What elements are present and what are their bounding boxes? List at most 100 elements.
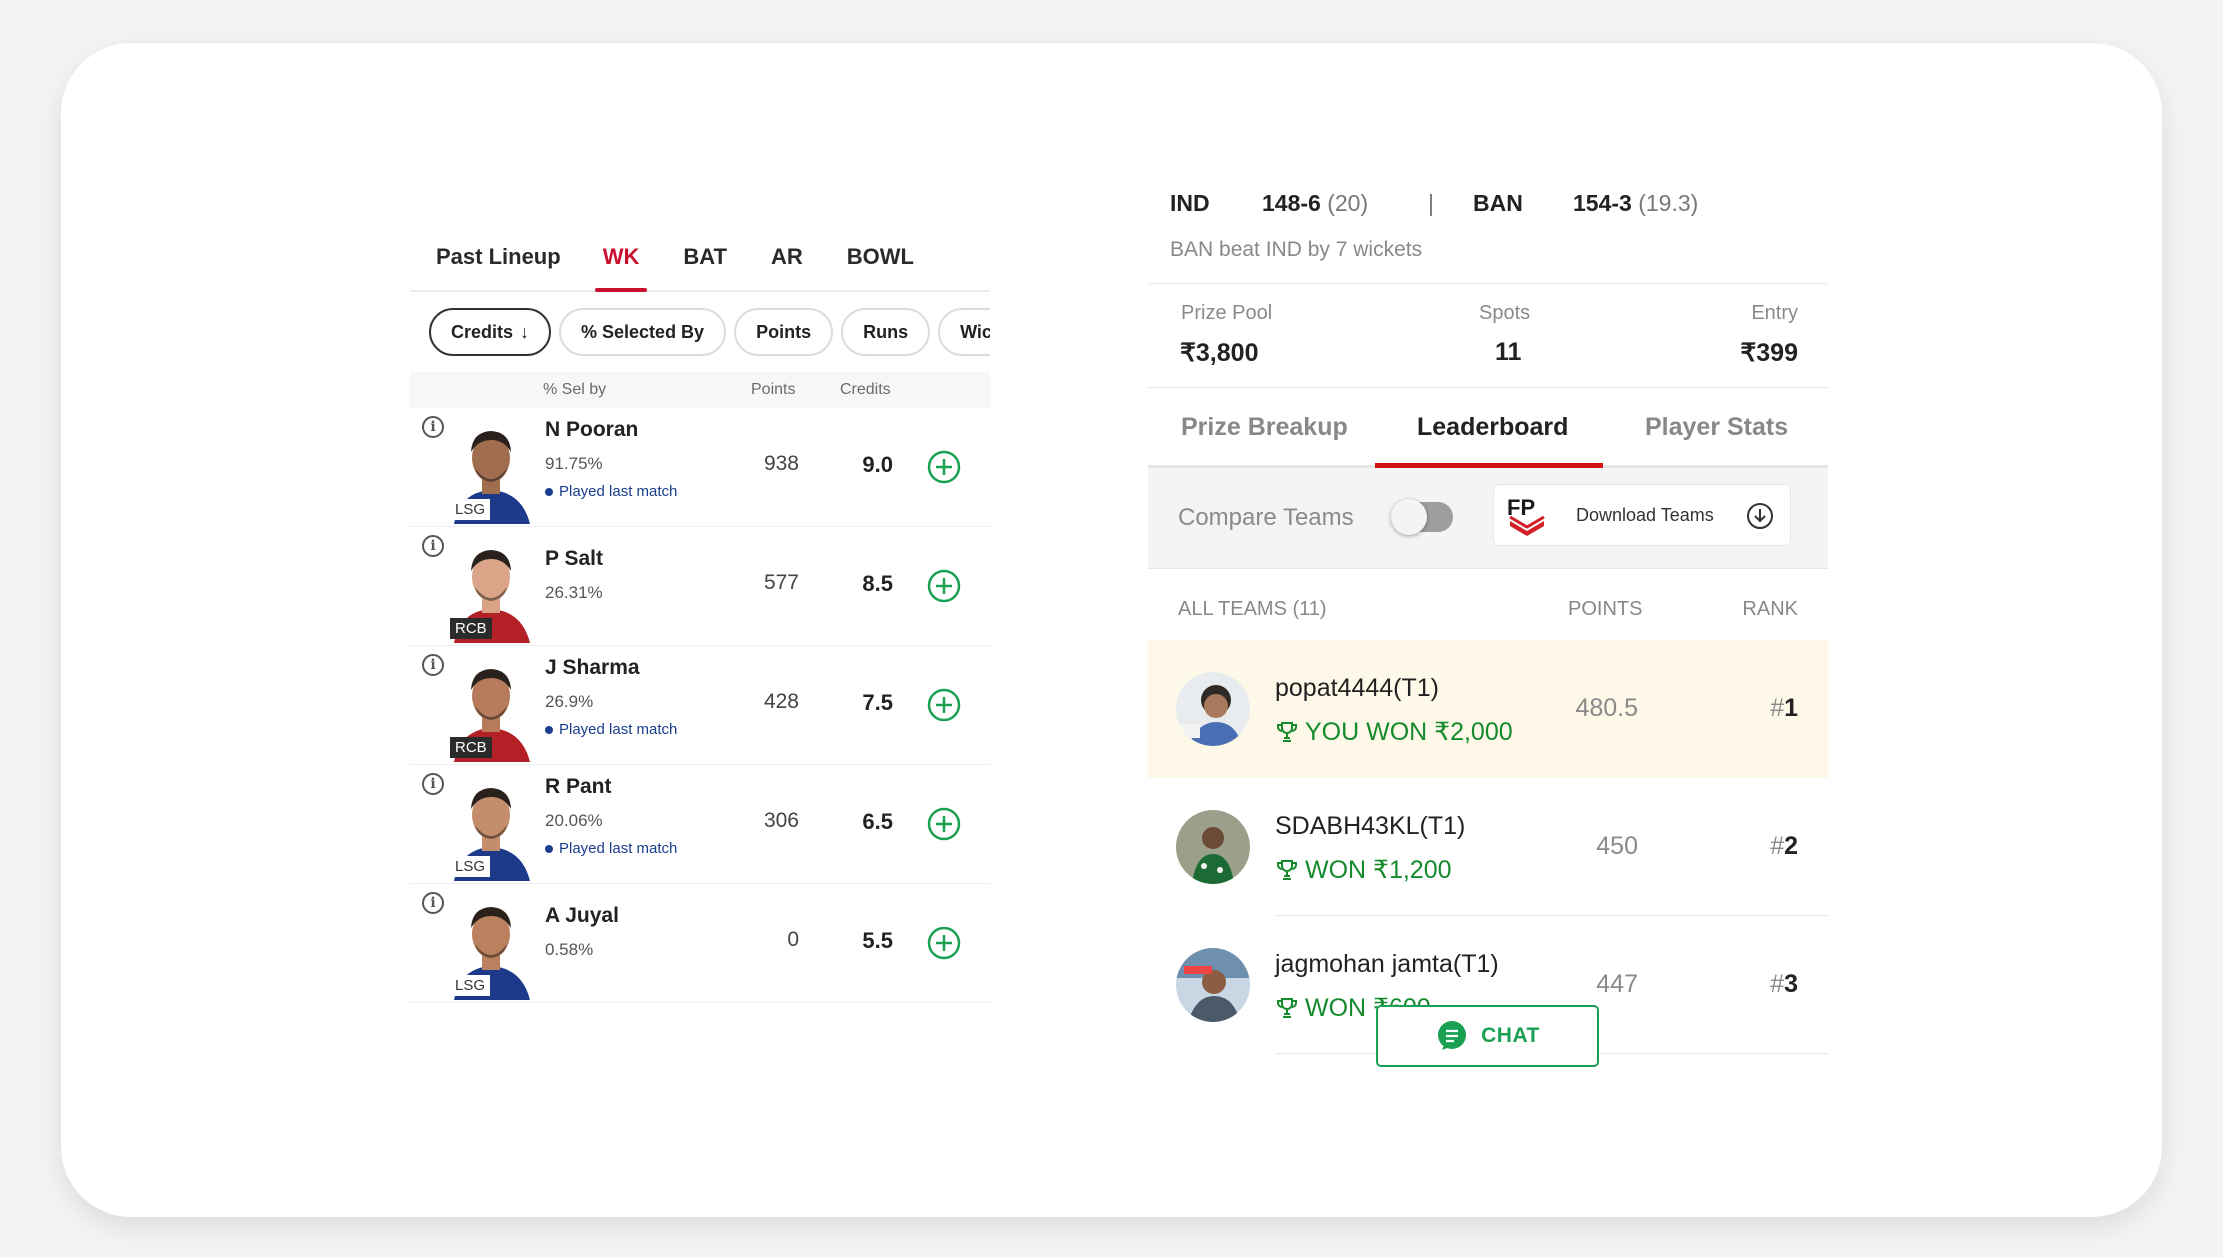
add-player-plus-icon[interactable] xyxy=(927,926,961,960)
spots-label: Spots xyxy=(1479,302,1531,324)
played-last-match-label: Played last match xyxy=(559,721,678,738)
info-icon[interactable]: i xyxy=(422,654,444,676)
add-player-plus-icon[interactable] xyxy=(927,807,961,841)
team2-overs: (19.3) xyxy=(1638,190,1699,216)
contest-tabs: Prize Breakup Leaderboard Player Stats xyxy=(1148,387,1828,468)
team-rank: #2 xyxy=(1770,832,1798,861)
winnings-label: WON ₹1,200 xyxy=(1305,856,1452,884)
avatar-photo-icon xyxy=(1176,810,1250,884)
tab-bowl[interactable]: BOWL xyxy=(847,230,914,270)
rank-column-label: RANK xyxy=(1742,598,1798,620)
team-badge: RCB xyxy=(450,618,492,639)
team-name: SDABH43KL(T1) xyxy=(1275,812,1466,840)
add-player-plus-icon[interactable] xyxy=(927,569,961,603)
avatar-photo-icon xyxy=(1176,672,1250,746)
rank-number: 1 xyxy=(1784,694,1798,722)
info-icon[interactable]: i xyxy=(422,535,444,557)
add-player-plus-icon[interactable] xyxy=(927,688,961,722)
played-last-match-tag: Played last match xyxy=(545,840,677,857)
add-player-plus-icon[interactable] xyxy=(927,450,961,484)
played-last-match-tag: Played last match xyxy=(545,721,677,738)
sort-selected-by-chip[interactable]: % Selected By xyxy=(559,308,727,356)
sort-points-chip[interactable]: Points xyxy=(734,308,834,356)
team1-runs: 148-6 xyxy=(1262,190,1321,216)
score-divider: | xyxy=(1428,190,1434,216)
winnings-label: YOU WON ₹2,000 xyxy=(1305,718,1513,746)
team-rank: #3 xyxy=(1770,970,1798,999)
played-last-match-tag: Played last match xyxy=(545,483,677,500)
winnings-tag: YOU WON ₹2,000 xyxy=(1275,717,1513,747)
winnings-tag: WON ₹1,200 xyxy=(1275,855,1452,885)
content-card xyxy=(61,43,2162,1217)
team-points: 480.5 xyxy=(1575,694,1638,722)
trophy-icon xyxy=(1277,998,1297,1018)
player-points: 306 xyxy=(763,809,799,832)
status-dot-icon xyxy=(545,487,553,496)
info-icon[interactable]: i xyxy=(422,773,444,795)
player-row[interactable]: i LSG R Pant 20.06% Played last match 30… xyxy=(410,765,990,884)
entry-label: Entry xyxy=(1751,302,1798,324)
player-row[interactable]: i LSG A Juyal 0.58% 0 5.5 xyxy=(410,884,990,1003)
player-role-tabs: Past Lineup WK BAT AR BOWL xyxy=(410,230,990,292)
player-selected-percent: 0.58% xyxy=(545,940,594,959)
download-teams-label: Download Teams xyxy=(1576,505,1714,525)
team1-overs: (20) xyxy=(1327,190,1369,216)
player-credits: 8.5 xyxy=(862,571,893,596)
rank-hash: # xyxy=(1770,970,1785,998)
team-name: jagmohan jamta(T1) xyxy=(1275,950,1499,978)
team-badge: LSG xyxy=(450,856,491,877)
team-points: 447 xyxy=(1596,970,1638,998)
player-name: N Pooran xyxy=(545,418,639,441)
sort-credits-chip[interactable]: Credits ↓ xyxy=(429,308,552,356)
chat-button[interactable]: CHAT xyxy=(1376,1005,1599,1067)
download-teams-button[interactable]: FP Download Teams xyxy=(1493,484,1791,546)
rank-number: 3 xyxy=(1784,970,1798,998)
compare-teams-toggle[interactable] xyxy=(1391,499,1453,535)
rank-number: 2 xyxy=(1784,832,1798,860)
sort-credits-label: Credits xyxy=(451,321,514,342)
info-icon[interactable]: i xyxy=(422,892,444,914)
spots-value: 11 xyxy=(1495,338,1522,366)
tab-wk[interactable]: WK xyxy=(594,230,647,292)
team2-runs: 154-3 xyxy=(1573,190,1632,216)
leaderboard-row[interactable]: popat4444(T1) YOU WON ₹2,000 480.5 #1 xyxy=(1148,640,1828,778)
sort-chips: Credits ↓ % Selected By Points Runs Wick… xyxy=(410,292,990,372)
tab-player-stats[interactable]: Player Stats xyxy=(1645,413,1788,442)
divider xyxy=(1148,283,1828,284)
team-badge: RCB xyxy=(450,737,492,758)
player-row[interactable]: i RCB P Salt 26.31% 577 8.5 xyxy=(410,527,990,646)
player-name: A Juyal xyxy=(545,904,619,927)
team-badge: LSG xyxy=(450,975,491,996)
info-icon[interactable]: i xyxy=(422,416,444,438)
trophy-icon xyxy=(1277,860,1297,880)
tab-leaderboard[interactable]: Leaderboard xyxy=(1417,413,1568,442)
sort-runs-chip[interactable]: Runs xyxy=(841,308,931,356)
compare-teams-bar: Compare Teams FP Download Teams xyxy=(1148,468,1828,569)
team-avatar xyxy=(1176,948,1250,1022)
player-row[interactable]: i LSG N Pooran 91.75% Played last match … xyxy=(410,408,990,527)
player-points: 0 xyxy=(787,928,799,951)
player-name: J Sharma xyxy=(545,656,640,679)
tab-prize-breakup[interactable]: Prize Breakup xyxy=(1181,413,1348,442)
player-selected-percent: 91.75% xyxy=(545,454,603,473)
player-name: P Salt xyxy=(545,547,603,570)
chat-label: CHAT xyxy=(1481,1024,1540,1047)
played-last-match-label: Played last match xyxy=(559,840,678,857)
sort-down-arrow-icon: ↓ xyxy=(520,321,530,342)
player-row[interactable]: i RCB J Sharma 26.9% Played last match 4… xyxy=(410,646,990,765)
rank-hash: # xyxy=(1770,832,1785,860)
rank-hash: # xyxy=(1770,694,1785,722)
sort-wickets-chip[interactable]: Wicke xyxy=(938,308,990,356)
leaderboard-row[interactable]: SDABH43KL(T1) WON ₹1,200 450 #2 xyxy=(1148,778,1828,916)
tab-past-lineup[interactable]: Past Lineup xyxy=(436,230,561,270)
tab-ar[interactable]: AR xyxy=(771,230,803,270)
tab-bat[interactable]: BAT xyxy=(683,230,727,270)
player-points: 428 xyxy=(763,690,799,713)
player-name: R Pant xyxy=(545,775,612,798)
download-icon xyxy=(1747,503,1773,529)
team-points: 450 xyxy=(1596,832,1638,860)
player-selected-percent: 26.31% xyxy=(545,583,603,602)
compare-teams-label: Compare Teams xyxy=(1178,504,1354,531)
player-avatar: LSG xyxy=(446,775,532,881)
avatar-photo-icon xyxy=(1176,948,1250,1022)
